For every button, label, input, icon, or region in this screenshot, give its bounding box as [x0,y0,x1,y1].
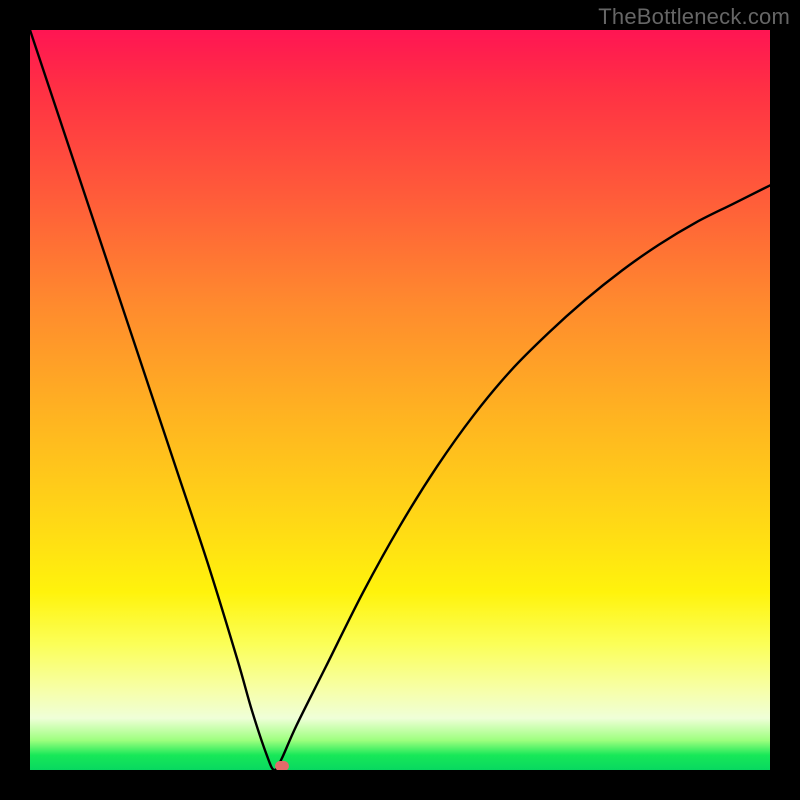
optimal-point-marker [275,761,289,770]
watermark-text: TheBottleneck.com [598,4,790,30]
chart-frame: TheBottleneck.com [0,0,800,800]
plot-area [30,30,770,770]
bottleneck-curve [30,30,770,770]
